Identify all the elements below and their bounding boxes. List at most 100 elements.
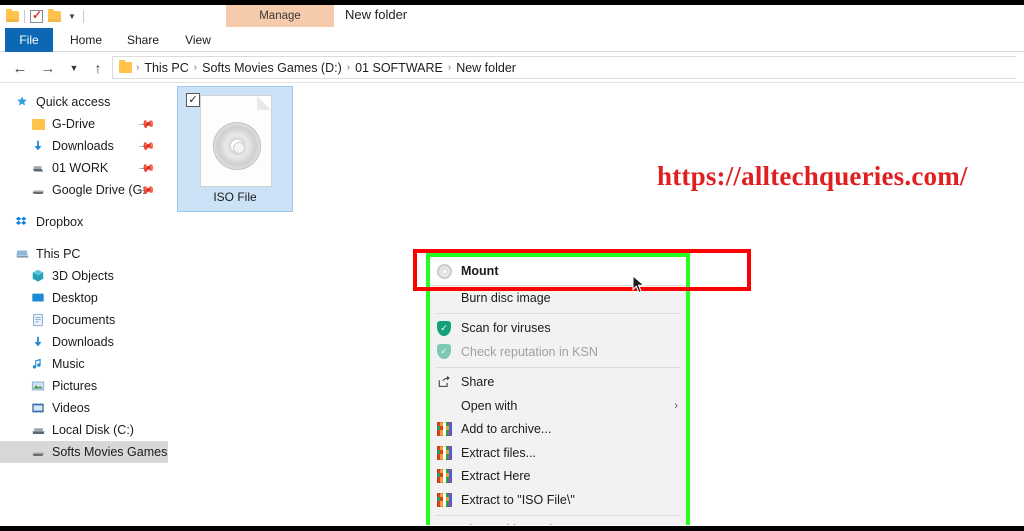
context-menu-item-add-to-archive[interactable]: Add to archive... [428,418,688,442]
context-menu-label: Extract to "ISO File\" [461,492,575,507]
context-menu-item-extract-files[interactable]: Extract files... [428,441,688,465]
new-folder-icon[interactable] [48,9,61,22]
sidebar-item-desktop[interactable]: Desktop [0,287,168,309]
tab-file[interactable]: File [5,28,53,52]
breadcrumb-item-drive-d[interactable]: Softs Movies Games (D:) [199,61,345,75]
blank-icon [435,398,453,414]
sidebar-item-downloads[interactable]: Downloads [0,331,168,353]
sidebar-item-g-drive[interactable]: G-Drive 📌 [0,113,168,135]
pin-icon[interactable]: 📌 [138,115,157,133]
context-menu-separator [436,514,680,516]
sidebar-label: Google Drive (G: [52,183,146,197]
context-menu-item-share[interactable]: Share [428,371,688,395]
documents-icon [30,312,46,328]
context-menu-item-open-with[interactable]: Open with › [428,394,688,418]
sidebar-item-downloads-quick[interactable]: Downloads 📌 [0,135,168,157]
folder-icon [119,60,132,73]
recent-locations-chevron-down-icon[interactable]: ▼ [64,58,84,78]
sidebar-item-music[interactable]: Music [0,353,168,375]
drive-icon [30,444,46,460]
file-checkbox[interactable]: ✓ [186,93,200,107]
submenu-chevron-right-icon: › [674,399,678,412]
sidebar-item-softs-movies-games[interactable]: Softs Movies Games [0,441,168,463]
sidebar-item-3d-objects[interactable]: 3D Objects [0,265,168,287]
desktop-icon [30,290,46,306]
back-arrow-icon[interactable]: ← [10,58,30,78]
context-menu-label: Burn disc image [461,290,551,305]
sidebar-item-quick-access[interactable]: Quick access [0,91,168,113]
breadcrumb-separator: › [346,62,351,73]
pin-icon[interactable]: 📌 [138,137,157,155]
context-menu-item-extract-to-folder[interactable]: Extract to "ISO File\" [428,488,688,512]
blank-icon [435,290,453,306]
chevron-down-icon[interactable]: ▼ [66,12,78,21]
forward-arrow-icon[interactable]: → [38,58,58,78]
sidebar-item-local-disk-c[interactable]: Local Disk (C:) [0,419,168,441]
winrar-icon [435,468,453,484]
breadcrumb-item-01-software[interactable]: 01 SOFTWARE [352,61,446,75]
context-menu-item-mount[interactable]: Mount [428,256,688,286]
submenu-chevron-right-icon: › [674,524,678,525]
mouse-pointer-icon [632,274,646,295]
sidebar-label: Music [52,357,85,371]
file-list-pane[interactable]: ✓ ISO File https://alltechqueries.com/ M… [168,83,1024,525]
breadcrumb-separator: › [193,62,198,73]
navigation-pane[interactable]: Quick access G-Drive 📌 Downloads 📌 01 WO… [0,83,168,525]
folder-icon [30,116,46,132]
disc-icon [213,122,261,170]
up-arrow-icon[interactable]: ↑ [88,58,108,78]
tab-home[interactable]: Home [62,28,110,52]
window-title: New folder [345,7,408,22]
pin-icon[interactable]: 📌 [138,159,157,177]
star-pin-icon [14,94,30,110]
dropbox-icon [14,214,30,230]
sidebar-label: Videos [52,401,90,415]
context-menu[interactable]: Mount Burn disc image ✓ Scan for viruses… [427,254,689,525]
quick-access-toolbar: ▼ [6,7,84,26]
sidebar-label: 01 WORK [52,161,109,175]
sidebar-item-pictures[interactable]: Pictures [0,375,168,397]
explorer-body: Quick access G-Drive 📌 Downloads 📌 01 WO… [0,83,1024,525]
download-arrow-icon [30,138,46,154]
sidebar-label: Dropbox [36,215,84,229]
hard-drive-icon [30,422,46,438]
toolbar-divider [82,10,84,23]
sidebar-label: Downloads [52,139,114,153]
sidebar-label: Documents [52,313,116,327]
context-menu-item-share-with-catch[interactable]: Share with Catch! › [428,519,688,525]
breadcrumb[interactable]: › This PC › Softs Movies Games (D:) › 01… [112,56,1016,79]
3d-objects-icon [30,268,46,284]
videos-icon [30,400,46,416]
context-menu-item-extract-here[interactable]: Extract Here [428,465,688,489]
context-menu-label: Mount [461,264,499,278]
breadcrumb-separator: › [136,62,140,73]
sidebar-item-videos[interactable]: Videos [0,397,168,419]
context-menu-label: Add to archive... [461,422,552,437]
tab-view[interactable]: View [176,28,220,52]
breadcrumb-separator: › [447,62,452,73]
breadcrumb-item-new-folder[interactable]: New folder [453,61,519,75]
breadcrumb-item-this-pc[interactable]: This PC [141,61,191,75]
file-item-iso[interactable]: ✓ ISO File [177,86,293,212]
tab-share[interactable]: Share [120,28,166,52]
sidebar-item-this-pc[interactable]: This PC [0,243,168,265]
sidebar-item-01-work[interactable]: 01 WORK 📌 [0,157,168,179]
sidebar-item-documents[interactable]: Documents [0,309,168,331]
properties-checkbox-icon[interactable] [30,8,43,23]
sidebar-item-dropbox[interactable]: Dropbox [0,211,168,233]
context-menu-label: Open with [461,398,518,413]
winrar-icon [435,421,453,437]
music-note-icon [30,356,46,372]
sidebar-item-google-drive[interactable]: Google Drive (G: 📌 [0,179,168,201]
sidebar-label: This PC [36,247,81,261]
context-menu-item-scan-for-viruses[interactable]: ✓ Scan for viruses [428,317,688,341]
context-menu-separator [436,366,680,368]
folder-icon[interactable] [6,9,19,22]
share-icon [435,374,453,390]
address-bar: ← → ▼ ↑ › This PC › Softs Movies Games (… [0,52,1024,83]
toolbar-divider [24,10,25,23]
context-menu-item-burn-disc-image[interactable]: Burn disc image [428,286,688,310]
title-bar: ▼ Manage New folder [0,5,1024,28]
sidebar-label: G-Drive [52,117,96,131]
